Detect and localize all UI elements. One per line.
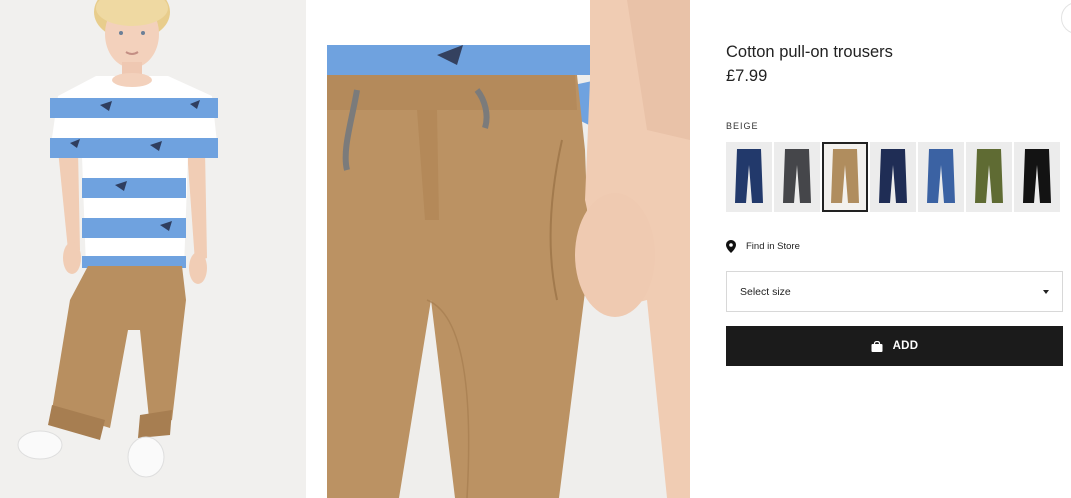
trousers-thumbnail-icon [831,149,859,203]
size-select-label: Select size [740,285,791,298]
trousers-thumbnail-icon [735,149,763,203]
color-swatch[interactable] [966,142,1012,212]
detail-illustration [327,0,690,498]
product-details-panel: Cotton pull-on trousers £7.99 BEIGE Find… [726,0,1063,498]
product-image-full-body[interactable] [0,0,306,498]
chevron-down-icon [1043,289,1049,294]
add-to-bag-button[interactable]: ADD [726,326,1063,366]
color-swatch[interactable] [918,142,964,212]
shopping-bag-icon [871,340,883,352]
product-image-detail[interactable] [327,0,690,498]
product-title: Cotton pull-on trousers [726,43,893,61]
find-in-store-link[interactable]: Find in Store [726,240,800,253]
color-swatch[interactable] [870,142,916,212]
size-select[interactable]: Select size [726,271,1063,312]
color-swatches [726,142,1063,212]
trousers-thumbnail-icon [1023,149,1051,203]
selected-color-label: BEIGE [726,121,759,131]
product-price: £7.99 [726,67,768,85]
add-button-label: ADD [892,340,919,352]
corner-circle-button[interactable] [1061,2,1071,34]
trousers-thumbnail-icon [879,149,907,203]
trousers-thumbnail-icon [927,149,955,203]
color-swatch-selected[interactable] [822,142,868,212]
location-pin-icon [726,240,736,253]
color-swatch[interactable] [726,142,772,212]
trousers-thumbnail-icon [975,149,1003,203]
model-illustration [0,0,306,498]
trousers-thumbnail-icon [783,149,811,203]
color-swatch[interactable] [1014,142,1060,212]
find-in-store-label: Find in Store [746,241,800,252]
color-swatch[interactable] [774,142,820,212]
